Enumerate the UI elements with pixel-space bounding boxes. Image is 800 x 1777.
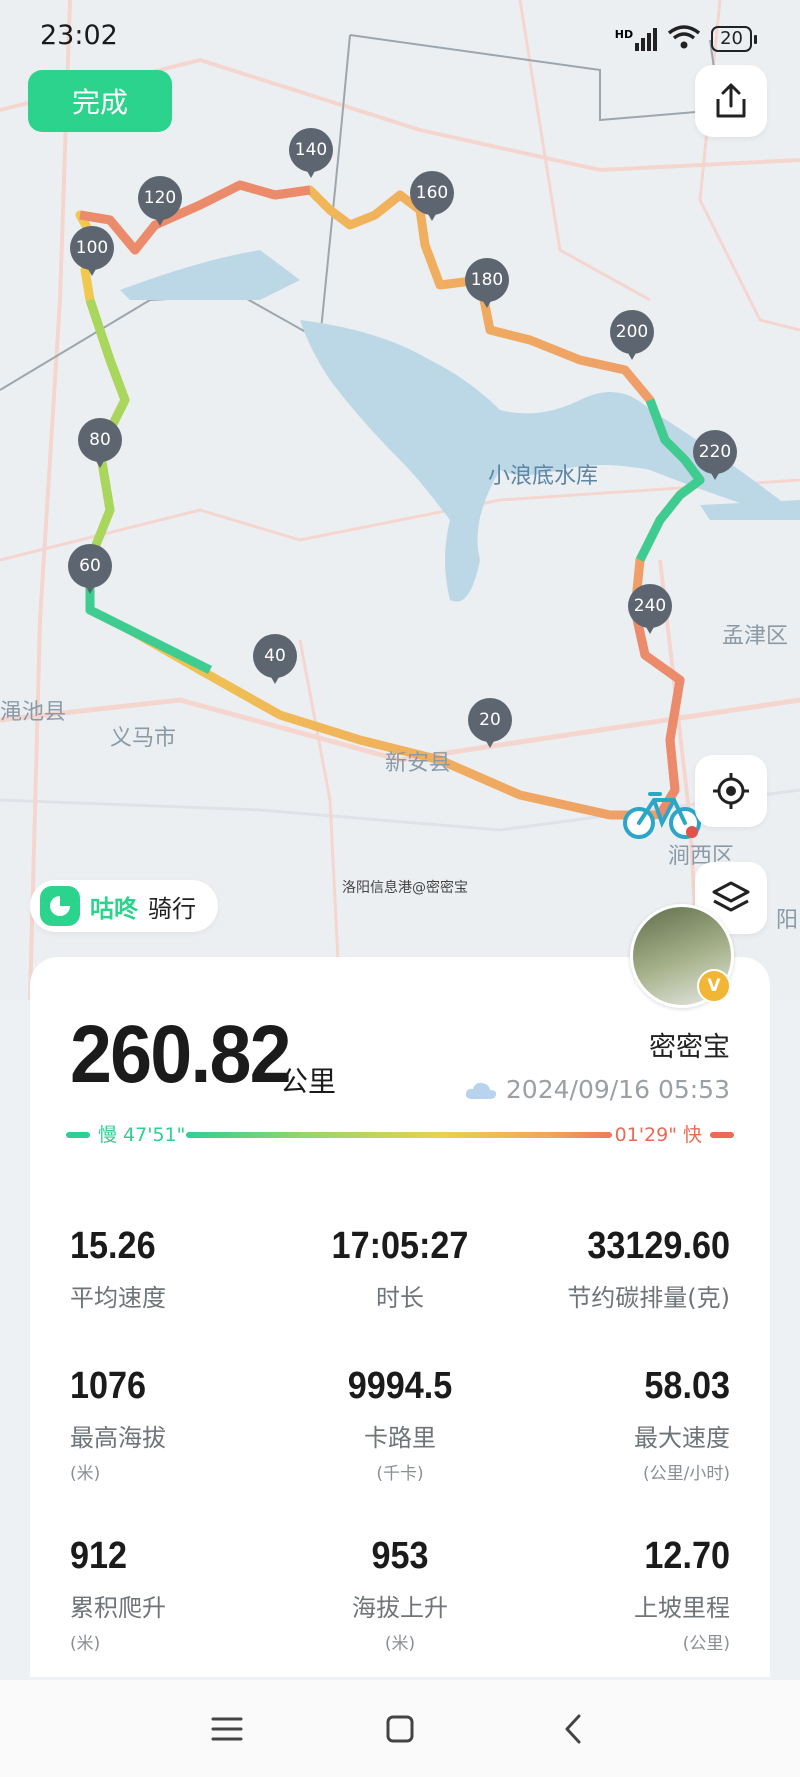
watermark: 洛阳信息港@密密宝 [342, 880, 468, 896]
share-icon [716, 83, 746, 118]
activity-datetime: 2024/09/16 05:53 [464, 1075, 730, 1104]
status-time: 23:02 [40, 20, 118, 51]
total-distance: 260.82 [70, 1009, 292, 1100]
km-marker-200: 200 [610, 310, 654, 364]
place-label-yima: 义马市 [110, 726, 177, 751]
stat-max-speed: 58.03 最大速度 (公里/小时) [634, 1365, 730, 1484]
pace-legend: 慢 47'51" 01'29" 快 [66, 1120, 734, 1148]
km-marker-100: 100 [70, 226, 114, 280]
fast-pace-label: 01'29" 快 [614, 1124, 702, 1146]
stat-avg-speed: 15.26 平均速度 [70, 1225, 166, 1312]
lake-label: 小浪底水库 [488, 464, 599, 489]
route-map[interactable]: 小浪底水库 孟津区 渑池县 义马市 新安县 涧西区 阳 20 40 60 80 … [0, 0, 800, 1000]
battery-indicator: 20 [711, 26, 757, 52]
distance-unit: 公里 [280, 1065, 337, 1098]
nav-back-button[interactable] [543, 1699, 603, 1759]
km-marker-40: 40 [253, 634, 297, 688]
home-icon [386, 1715, 414, 1742]
app-brand-chip: 咕咚 骑行 [30, 880, 218, 932]
layers-icon [712, 881, 750, 912]
signal-icon: HD [615, 27, 658, 51]
status-bar: 23:02 HD 20 [0, 0, 800, 72]
km-marker-120: 120 [138, 176, 182, 230]
place-label-mengjin: 孟津区 [722, 624, 789, 649]
km-marker-60: 60 [68, 544, 112, 598]
locate-icon [713, 773, 749, 809]
back-icon [565, 1714, 581, 1743]
stat-duration: 17:05:27 时长 [331, 1225, 469, 1312]
stat-elevation-gain: 953 海拔上升 (米) [352, 1535, 448, 1654]
system-nav-bar [0, 1680, 800, 1777]
stat-carbon-saved: 33129.60 节约碳排量(克) [567, 1225, 730, 1312]
stat-uphill-distance: 12.70 上坡里程 (公里) [634, 1535, 730, 1654]
done-button[interactable]: 完成 [28, 70, 172, 132]
pace-gradient-bar [186, 1132, 612, 1138]
km-marker-140: 140 [289, 128, 333, 182]
activity-type: 骑行 [148, 894, 196, 923]
share-button[interactable] [695, 65, 767, 137]
verified-badge: V [697, 969, 731, 1003]
nav-home-button[interactable] [370, 1699, 430, 1759]
slow-pace-label: 慢 47'51" [98, 1124, 186, 1146]
stat-max-altitude: 1076 最高海拔 (米) [70, 1365, 166, 1484]
km-marker-220: 220 [693, 430, 737, 484]
datetime-text: 2024/09/16 05:53 [505, 1075, 730, 1104]
place-label-xinan: 新安县 [385, 751, 452, 776]
stat-calories: 9994.5 卡路里 (千卡) [347, 1365, 453, 1484]
locate-button[interactable] [695, 755, 767, 827]
app-name: 咕咚 [90, 894, 138, 923]
app-logo [40, 886, 80, 926]
weather-cloud-icon [465, 1082, 497, 1099]
username: 密密宝 [649, 1032, 730, 1063]
km-marker-180: 180 [465, 258, 509, 312]
menu-icon [211, 1717, 243, 1740]
place-label-luoyang: 阳 [776, 908, 799, 933]
nav-menu-button[interactable] [197, 1699, 257, 1759]
place-label-mianchi: 渑池县 [0, 700, 67, 725]
stat-total-climb: 912 累积爬升 (米) [70, 1535, 166, 1654]
km-marker-240: 240 [628, 584, 672, 638]
km-marker-160: 160 [410, 171, 454, 225]
km-marker-20: 20 [468, 698, 512, 752]
wifi-icon [667, 24, 701, 54]
km-marker-80: 80 [78, 418, 122, 472]
